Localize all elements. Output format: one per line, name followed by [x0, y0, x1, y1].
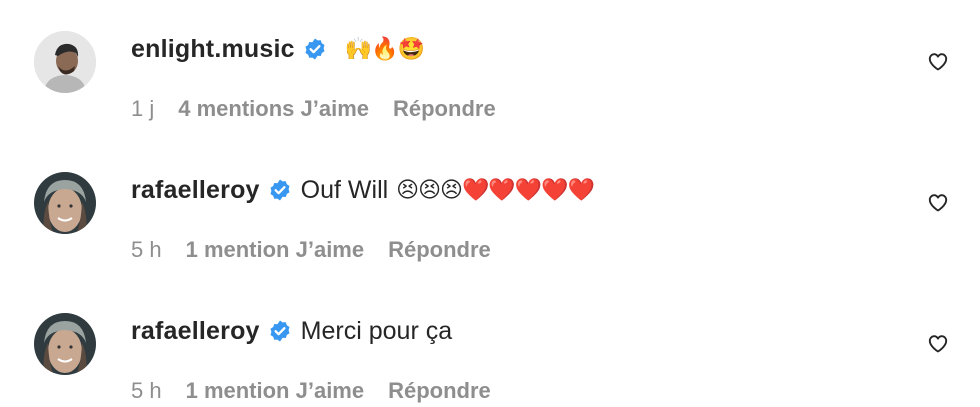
avatar[interactable]	[34, 313, 96, 375]
like-heart-icon[interactable]	[926, 49, 950, 73]
avatar[interactable]	[34, 31, 96, 93]
comment-timestamp[interactable]: 5 h	[131, 237, 162, 263]
avatar-image	[34, 172, 96, 234]
comment-meta: 5 h 1 mention J’aime Répondre	[131, 235, 491, 265]
comment-timestamp[interactable]: 1 j	[131, 96, 154, 122]
comment-text: Ouf Will	[300, 175, 389, 204]
like-heart-icon[interactable]	[926, 190, 950, 214]
like-heart-icon[interactable]	[926, 331, 950, 355]
comment-emoji: 🙌🔥🤩	[344, 36, 425, 62]
reply-button[interactable]: Répondre	[388, 237, 491, 263]
comment-item: rafaelleroy Merci pour ça 5 h 1 mention …	[0, 282, 980, 407]
reply-button[interactable]: Répondre	[388, 378, 491, 404]
comment-timestamp[interactable]: 5 h	[131, 378, 162, 404]
comment-username[interactable]: enlight.music	[131, 35, 295, 64]
comment-text: Merci pour ça	[300, 316, 453, 345]
comment-username[interactable]: rafaelleroy	[131, 176, 260, 205]
comment-line: rafaelleroy Ouf Will 😣😣😣❤️❤️❤️❤️❤️	[131, 172, 595, 208]
avatar-image	[34, 31, 96, 93]
avatar-image	[34, 313, 96, 375]
comment-line: enlight.music 🙌🔥🤩	[131, 31, 425, 67]
avatar[interactable]	[34, 172, 96, 234]
reply-button[interactable]: Répondre	[393, 96, 496, 122]
comment-item: rafaelleroy Ouf Will 😣😣😣❤️❤️❤️❤️❤️ 5 h 1…	[0, 141, 980, 281]
comment-emoji: 😣😣😣❤️❤️❤️❤️❤️	[396, 177, 595, 203]
verified-badge-icon	[268, 178, 292, 202]
comment-likes-count[interactable]: 1 mention J’aime	[186, 237, 365, 263]
verified-badge-icon	[268, 319, 292, 343]
comment-item: enlight.music 🙌🔥🤩 1 j 4 mentions J’aime …	[0, 0, 980, 140]
comment-meta: 5 h 1 mention J’aime Répondre	[131, 376, 491, 406]
comment-username[interactable]: rafaelleroy	[131, 317, 260, 346]
comment-meta: 1 j 4 mentions J’aime Répondre	[131, 94, 496, 124]
comment-likes-count[interactable]: 4 mentions J’aime	[178, 96, 369, 122]
comment-line: rafaelleroy Merci pour ça	[131, 313, 452, 349]
verified-badge-icon	[303, 37, 327, 61]
comment-likes-count[interactable]: 1 mention J’aime	[186, 378, 365, 404]
